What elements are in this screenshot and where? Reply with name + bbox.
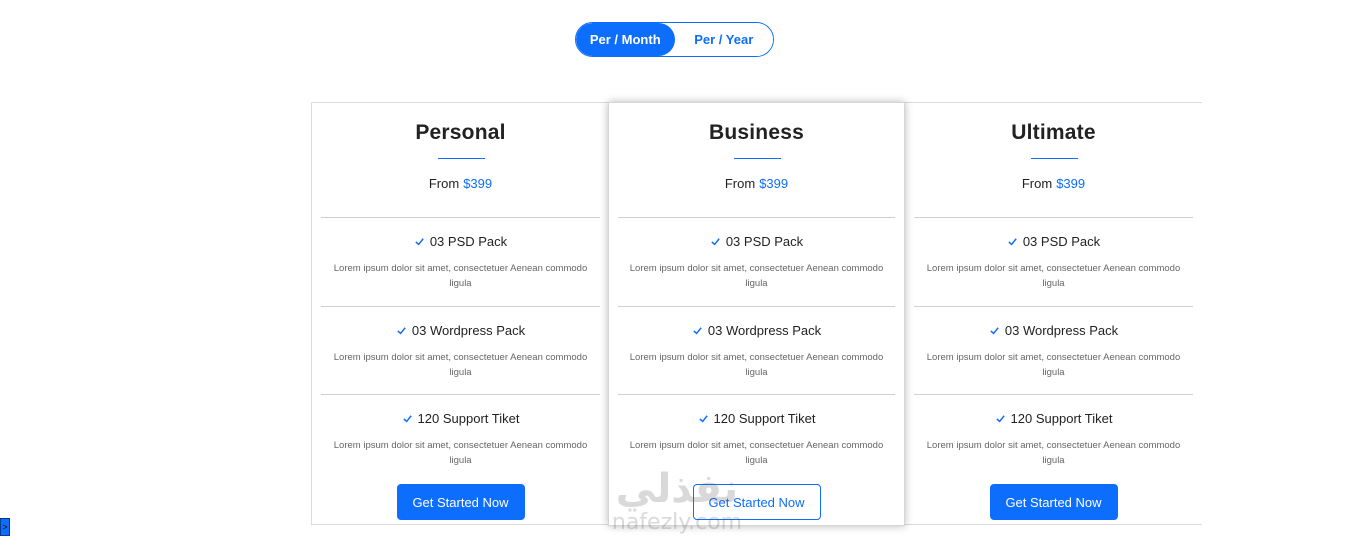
feature-title: 03 PSD Pack xyxy=(1022,234,1101,249)
price-prefix: From xyxy=(428,176,460,191)
feature-item: 03 PSD Pack Lorem ipsum dolor sit amet, … xyxy=(618,217,895,305)
feature-title: 03 Wordpress Pack xyxy=(411,323,526,338)
feature-title: 120 Support Tiket xyxy=(417,411,520,426)
feature-item: 03 Wordpress Pack Lorem ipsum dolor sit … xyxy=(914,306,1193,394)
feature-description: Lorem ipsum dolor sit amet, consectetuer… xyxy=(926,263,1181,289)
check-icon xyxy=(693,327,702,335)
feature-title: 03 Wordpress Pack xyxy=(1004,323,1119,338)
feature-item: 03 PSD Pack Lorem ipsum dolor sit amet, … xyxy=(321,217,600,305)
price-prefix: From xyxy=(1021,176,1053,191)
feature-description: Lorem ipsum dolor sit amet, consectetuer… xyxy=(333,263,588,289)
feature-item: 120 Support Tiket Lorem ipsum dolor sit … xyxy=(618,394,895,482)
feature-title: 120 Support Tiket xyxy=(713,411,816,426)
feature-title: 120 Support Tiket xyxy=(1010,411,1113,426)
feature-item: 03 Wordpress Pack Lorem ipsum dolor sit … xyxy=(618,306,895,394)
get-started-button[interactable]: Get Started Now xyxy=(396,484,525,520)
get-started-button[interactable]: Get Started Now xyxy=(692,484,821,520)
plan-card-ultimate: Ultimate From $399 03 PSD Pack Lorem ipsu… xyxy=(905,103,1202,524)
check-icon xyxy=(402,415,412,423)
title-underline xyxy=(437,158,485,159)
plan-card-personal: Personal From $399 03 PSD Pack Lorem ipsu… xyxy=(312,103,609,524)
chevron-right-icon[interactable]: > xyxy=(0,518,10,536)
pricing-plans: Personal From $399 03 PSD Pack Lorem ipsu… xyxy=(311,102,1202,526)
plan-price: From $399 xyxy=(609,176,904,191)
feature-description: Lorem ipsum dolor sit amet, consectetuer… xyxy=(629,263,884,289)
check-icon xyxy=(698,415,708,423)
plan-title: Personal xyxy=(415,121,506,144)
feature-title: 03 PSD Pack xyxy=(429,234,508,249)
feature-title: 03 PSD Pack xyxy=(725,234,804,249)
plan-title: Ultimate xyxy=(1011,121,1096,144)
plan-title: Business xyxy=(709,121,804,144)
feature-description: Lorem ipsum dolor sit amet, consectetuer… xyxy=(333,352,588,378)
feature-item: 120 Support Tiket Lorem ipsum dolor sit … xyxy=(321,394,600,482)
feature-description: Lorem ipsum dolor sit amet, consectetuer… xyxy=(333,440,588,466)
check-icon xyxy=(415,238,424,246)
feature-item: 03 Wordpress Pack Lorem ipsum dolor sit … xyxy=(321,306,600,394)
check-icon xyxy=(711,238,720,246)
feature-description: Lorem ipsum dolor sit amet, consectetuer… xyxy=(629,440,884,466)
feature-item: 03 PSD Pack Lorem ipsum dolor sit amet, … xyxy=(914,217,1193,305)
title-underline xyxy=(733,158,781,159)
feature-item: 120 Support Tiket Lorem ipsum dolor sit … xyxy=(914,394,1193,482)
plan-price: From $399 xyxy=(312,176,609,191)
per-month-toggle[interactable]: Per / Month xyxy=(576,23,675,56)
check-icon xyxy=(995,415,1005,423)
title-underline xyxy=(1030,158,1078,159)
feature-description: Lorem ipsum dolor sit amet, consectetuer… xyxy=(926,440,1181,466)
feature-description: Lorem ipsum dolor sit amet, consectetuer… xyxy=(629,352,884,378)
price-prefix: From xyxy=(724,176,756,191)
billing-toggle: Per / Month Per / Year xyxy=(575,22,774,57)
price-amount: $399 xyxy=(759,176,789,191)
per-year-toggle[interactable]: Per / Year xyxy=(674,23,773,56)
feature-title: 03 Wordpress Pack xyxy=(707,323,822,338)
check-icon xyxy=(990,327,999,335)
check-icon xyxy=(397,327,406,335)
feature-description: Lorem ipsum dolor sit amet, consectetuer… xyxy=(926,352,1181,378)
plan-price: From $399 xyxy=(905,176,1202,191)
get-started-button[interactable]: Get Started Now xyxy=(989,484,1118,520)
plan-card-business: Business From $399 03 PSD Pack Lorem ipsu… xyxy=(608,102,905,526)
price-amount: $399 xyxy=(463,176,493,191)
price-amount: $399 xyxy=(1056,176,1086,191)
check-icon xyxy=(1008,238,1017,246)
